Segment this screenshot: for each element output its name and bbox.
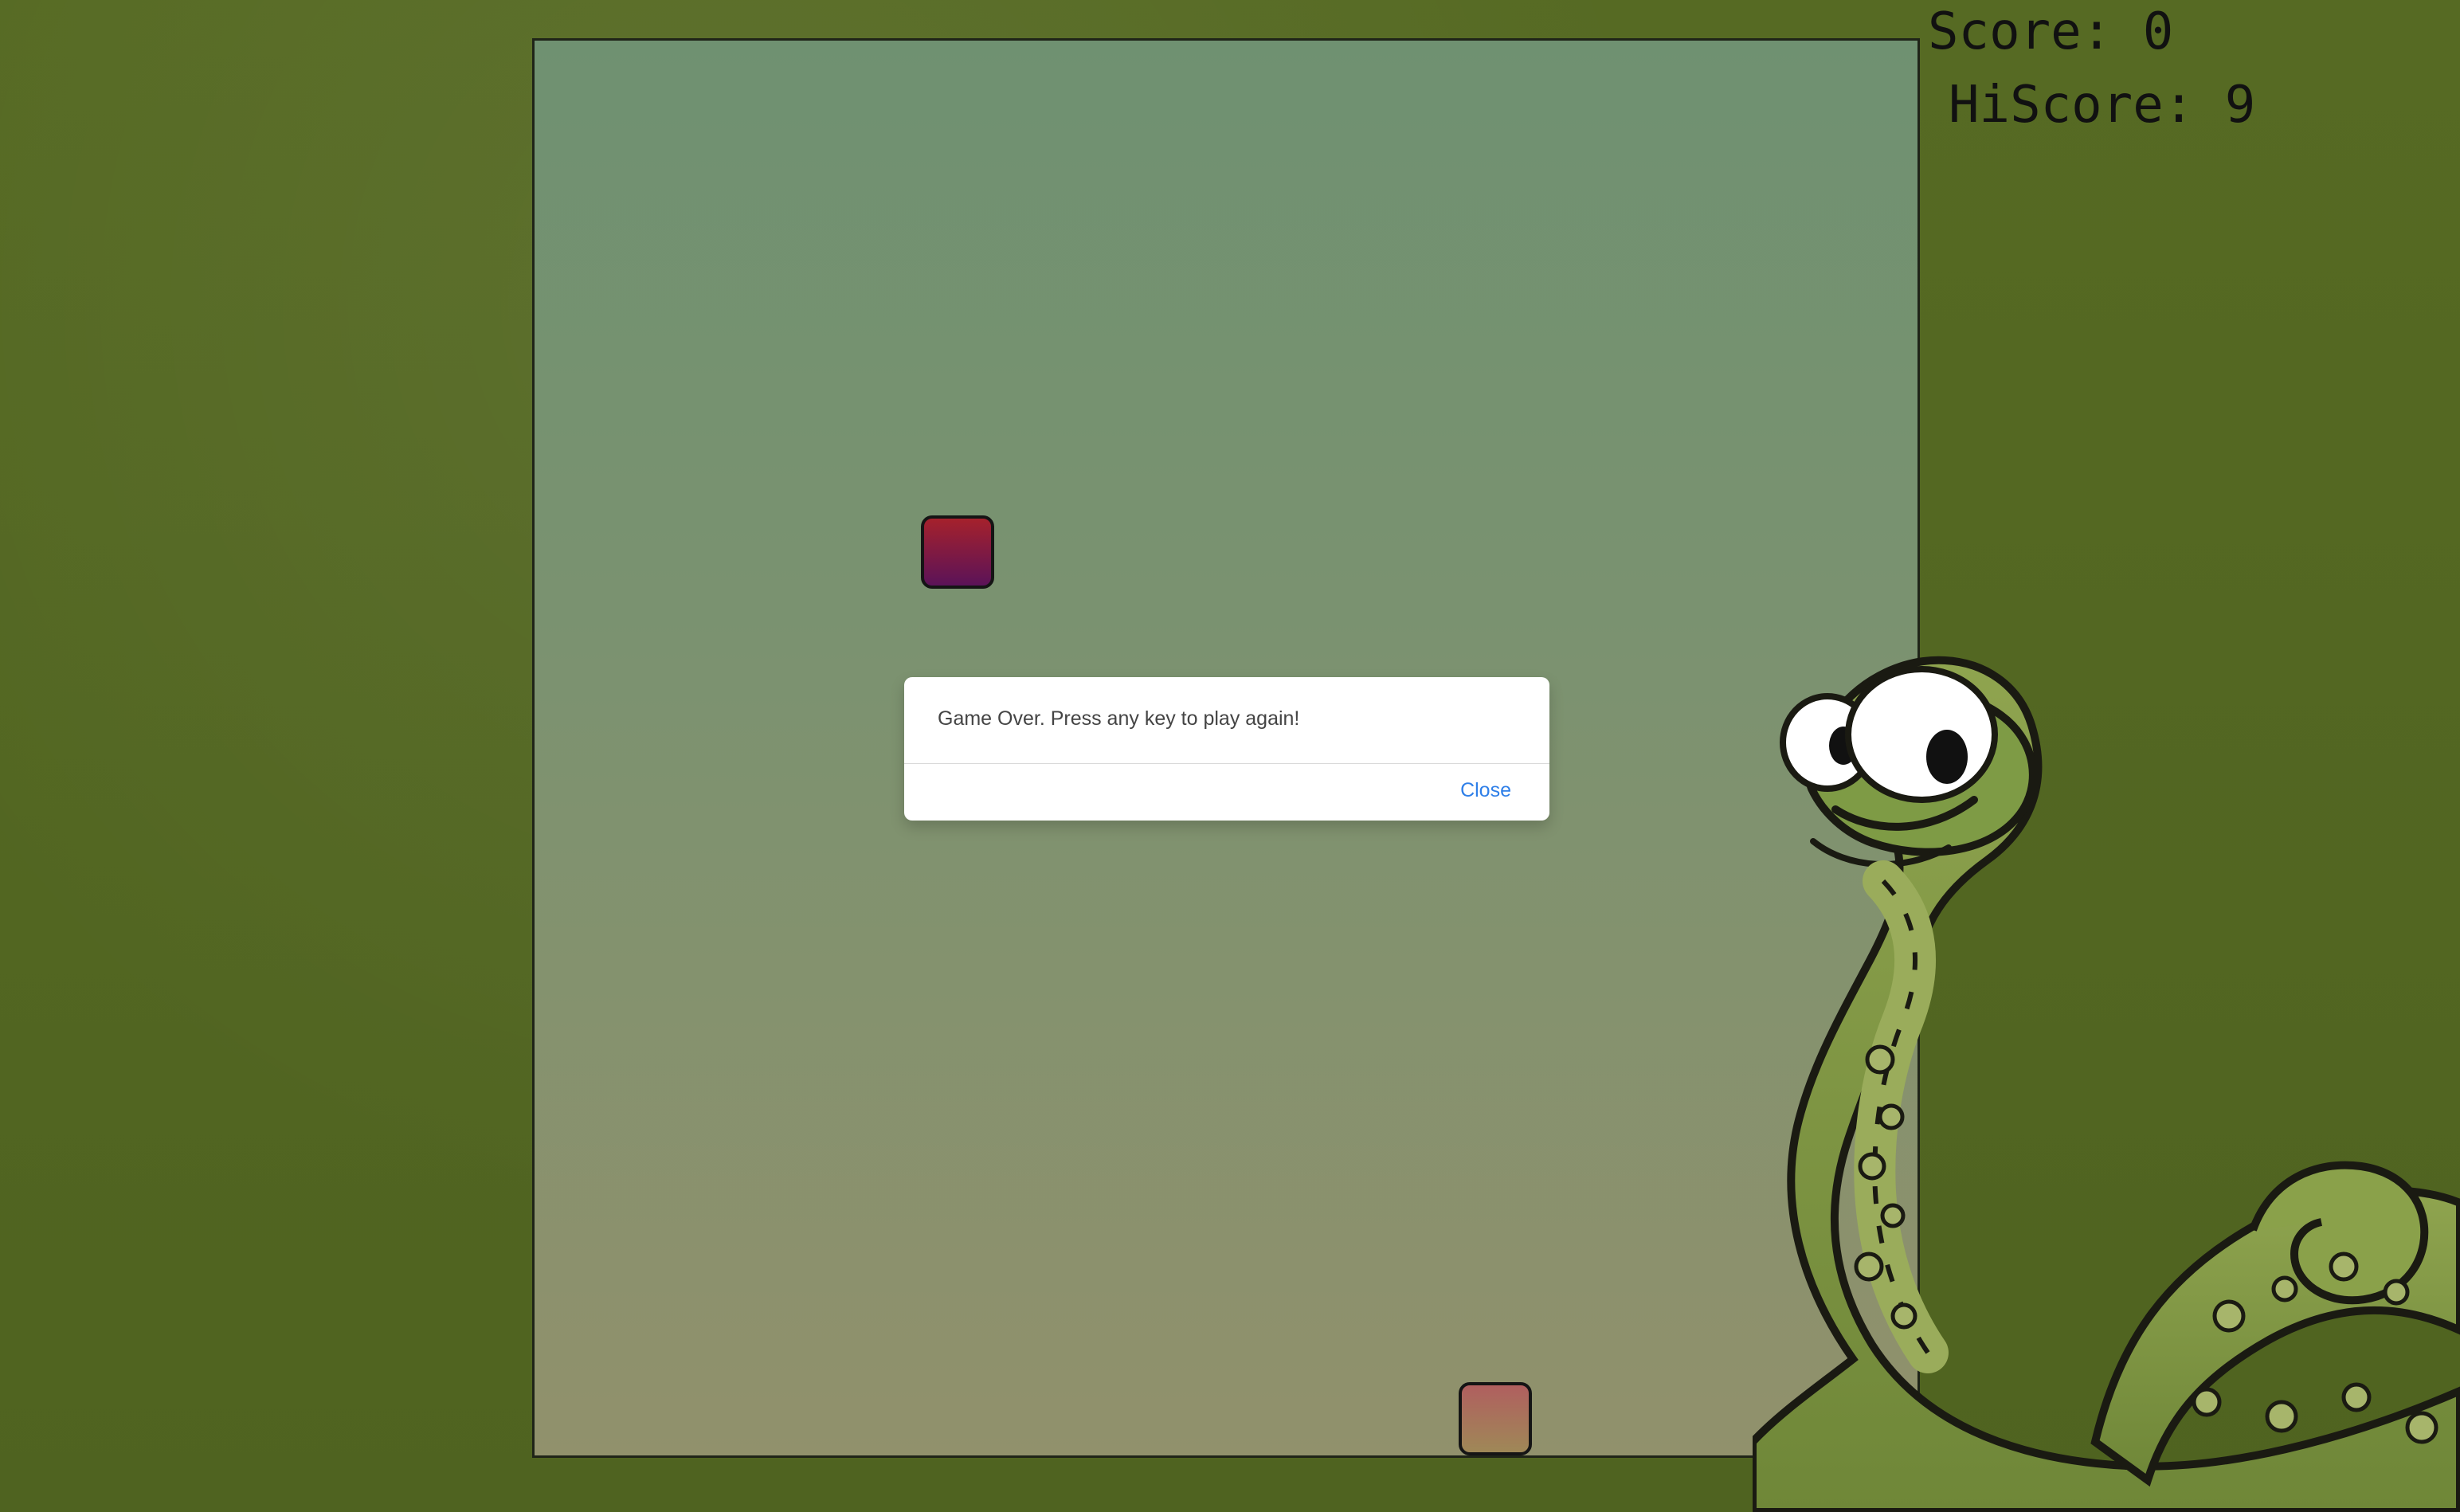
snake-mascot-icon bbox=[1749, 645, 2460, 1512]
snake-head-tile bbox=[1459, 1382, 1532, 1455]
close-button[interactable]: Close bbox=[1460, 779, 1511, 802]
score-display: Score: 0 bbox=[1928, 2, 2174, 61]
dialog-divider bbox=[904, 763, 1549, 764]
game-over-dialog: Game Over. Press any key to play again! … bbox=[904, 677, 1549, 821]
dialog-message: Game Over. Press any key to play again! bbox=[938, 707, 1300, 730]
hiscore-display: HiScore: 9 bbox=[1949, 76, 2256, 135]
food-tile bbox=[921, 515, 994, 589]
